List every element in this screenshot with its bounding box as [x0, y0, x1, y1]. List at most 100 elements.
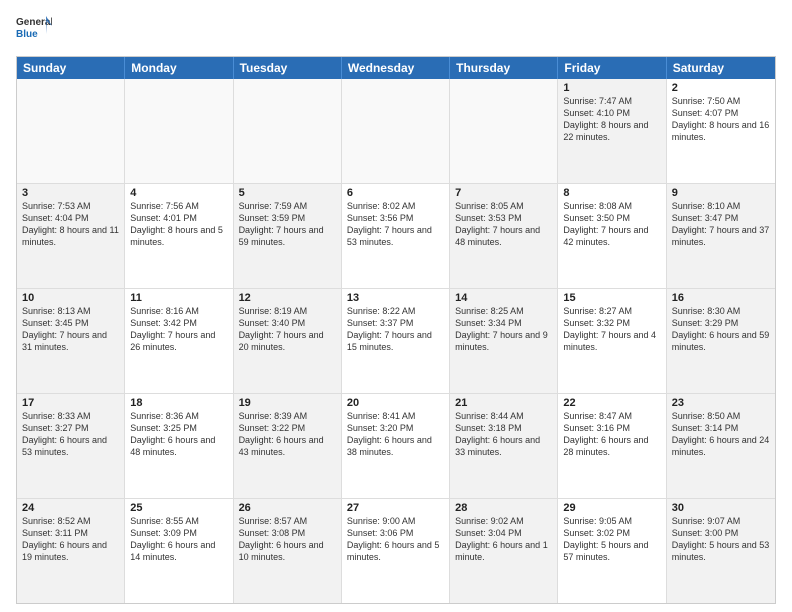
day-number: 5: [239, 187, 336, 199]
day-info: Sunrise: 7:56 AM Sunset: 4:01 PM Dayligh…: [130, 200, 227, 249]
day-cell-25: 25Sunrise: 8:55 AM Sunset: 3:09 PM Dayli…: [125, 499, 233, 603]
day-info: Sunrise: 9:00 AM Sunset: 3:06 PM Dayligh…: [347, 515, 444, 564]
day-number: 19: [239, 397, 336, 409]
day-number: 28: [455, 502, 552, 514]
calendar-row: 1Sunrise: 7:47 AM Sunset: 4:10 PM Daylig…: [17, 79, 775, 184]
day-number: 20: [347, 397, 444, 409]
day-info: Sunrise: 8:33 AM Sunset: 3:27 PM Dayligh…: [22, 410, 119, 459]
day-cell-19: 19Sunrise: 8:39 AM Sunset: 3:22 PM Dayli…: [234, 394, 342, 498]
weekday-header-monday: Monday: [125, 57, 233, 79]
day-info: Sunrise: 8:13 AM Sunset: 3:45 PM Dayligh…: [22, 305, 119, 354]
day-info: Sunrise: 9:05 AM Sunset: 3:02 PM Dayligh…: [563, 515, 660, 564]
day-number: 23: [672, 397, 770, 409]
day-info: Sunrise: 8:50 AM Sunset: 3:14 PM Dayligh…: [672, 410, 770, 459]
day-cell-30: 30Sunrise: 9:07 AM Sunset: 3:00 PM Dayli…: [667, 499, 775, 603]
day-info: Sunrise: 8:08 AM Sunset: 3:50 PM Dayligh…: [563, 200, 660, 249]
day-info: Sunrise: 8:39 AM Sunset: 3:22 PM Dayligh…: [239, 410, 336, 459]
day-number: 10: [22, 292, 119, 304]
empty-cell: [342, 79, 450, 183]
day-number: 2: [672, 82, 770, 94]
day-info: Sunrise: 8:19 AM Sunset: 3:40 PM Dayligh…: [239, 305, 336, 354]
day-number: 9: [672, 187, 770, 199]
day-cell-21: 21Sunrise: 8:44 AM Sunset: 3:18 PM Dayli…: [450, 394, 558, 498]
calendar-body: 1Sunrise: 7:47 AM Sunset: 4:10 PM Daylig…: [17, 79, 775, 603]
day-number: 7: [455, 187, 552, 199]
calendar-header: SundayMondayTuesdayWednesdayThursdayFrid…: [17, 57, 775, 79]
day-number: 17: [22, 397, 119, 409]
day-number: 18: [130, 397, 227, 409]
day-info: Sunrise: 8:36 AM Sunset: 3:25 PM Dayligh…: [130, 410, 227, 459]
day-cell-3: 3Sunrise: 7:53 AM Sunset: 4:04 PM Daylig…: [17, 184, 125, 288]
svg-text:Blue: Blue: [16, 29, 38, 40]
day-cell-2: 2Sunrise: 7:50 AM Sunset: 4:07 PM Daylig…: [667, 79, 775, 183]
day-cell-14: 14Sunrise: 8:25 AM Sunset: 3:34 PM Dayli…: [450, 289, 558, 393]
empty-cell: [450, 79, 558, 183]
weekday-header-tuesday: Tuesday: [234, 57, 342, 79]
weekday-header-thursday: Thursday: [450, 57, 558, 79]
calendar-row: 10Sunrise: 8:13 AM Sunset: 3:45 PM Dayli…: [17, 289, 775, 394]
day-number: 8: [563, 187, 660, 199]
day-cell-16: 16Sunrise: 8:30 AM Sunset: 3:29 PM Dayli…: [667, 289, 775, 393]
day-number: 1: [563, 82, 660, 94]
logo-icon: General Blue: [16, 12, 52, 48]
day-cell-22: 22Sunrise: 8:47 AM Sunset: 3:16 PM Dayli…: [558, 394, 666, 498]
day-cell-24: 24Sunrise: 8:52 AM Sunset: 3:11 PM Dayli…: [17, 499, 125, 603]
day-number: 24: [22, 502, 119, 514]
empty-cell: [234, 79, 342, 183]
day-cell-9: 9Sunrise: 8:10 AM Sunset: 3:47 PM Daylig…: [667, 184, 775, 288]
weekday-header-saturday: Saturday: [667, 57, 775, 79]
day-info: Sunrise: 7:53 AM Sunset: 4:04 PM Dayligh…: [22, 200, 119, 249]
day-cell-18: 18Sunrise: 8:36 AM Sunset: 3:25 PM Dayli…: [125, 394, 233, 498]
day-number: 27: [347, 502, 444, 514]
day-cell-1: 1Sunrise: 7:47 AM Sunset: 4:10 PM Daylig…: [558, 79, 666, 183]
day-info: Sunrise: 9:07 AM Sunset: 3:00 PM Dayligh…: [672, 515, 770, 564]
day-number: 13: [347, 292, 444, 304]
day-number: 6: [347, 187, 444, 199]
day-number: 11: [130, 292, 227, 304]
day-cell-12: 12Sunrise: 8:19 AM Sunset: 3:40 PM Dayli…: [234, 289, 342, 393]
day-info: Sunrise: 8:30 AM Sunset: 3:29 PM Dayligh…: [672, 305, 770, 354]
day-cell-5: 5Sunrise: 7:59 AM Sunset: 3:59 PM Daylig…: [234, 184, 342, 288]
day-number: 26: [239, 502, 336, 514]
day-info: Sunrise: 8:16 AM Sunset: 3:42 PM Dayligh…: [130, 305, 227, 354]
day-info: Sunrise: 8:27 AM Sunset: 3:32 PM Dayligh…: [563, 305, 660, 354]
calendar-row: 17Sunrise: 8:33 AM Sunset: 3:27 PM Dayli…: [17, 394, 775, 499]
day-cell-7: 7Sunrise: 8:05 AM Sunset: 3:53 PM Daylig…: [450, 184, 558, 288]
day-info: Sunrise: 8:25 AM Sunset: 3:34 PM Dayligh…: [455, 305, 552, 354]
day-info: Sunrise: 8:44 AM Sunset: 3:18 PM Dayligh…: [455, 410, 552, 459]
day-cell-20: 20Sunrise: 8:41 AM Sunset: 3:20 PM Dayli…: [342, 394, 450, 498]
day-number: 16: [672, 292, 770, 304]
day-info: Sunrise: 8:22 AM Sunset: 3:37 PM Dayligh…: [347, 305, 444, 354]
calendar: SundayMondayTuesdayWednesdayThursdayFrid…: [16, 56, 776, 604]
day-cell-4: 4Sunrise: 7:56 AM Sunset: 4:01 PM Daylig…: [125, 184, 233, 288]
day-number: 30: [672, 502, 770, 514]
day-number: 15: [563, 292, 660, 304]
day-number: 12: [239, 292, 336, 304]
calendar-row: 3Sunrise: 7:53 AM Sunset: 4:04 PM Daylig…: [17, 184, 775, 289]
day-cell-10: 10Sunrise: 8:13 AM Sunset: 3:45 PM Dayli…: [17, 289, 125, 393]
day-number: 4: [130, 187, 227, 199]
weekday-header-friday: Friday: [558, 57, 666, 79]
day-number: 14: [455, 292, 552, 304]
day-number: 29: [563, 502, 660, 514]
day-cell-15: 15Sunrise: 8:27 AM Sunset: 3:32 PM Dayli…: [558, 289, 666, 393]
day-info: Sunrise: 9:02 AM Sunset: 3:04 PM Dayligh…: [455, 515, 552, 564]
day-cell-8: 8Sunrise: 8:08 AM Sunset: 3:50 PM Daylig…: [558, 184, 666, 288]
day-info: Sunrise: 8:52 AM Sunset: 3:11 PM Dayligh…: [22, 515, 119, 564]
day-cell-23: 23Sunrise: 8:50 AM Sunset: 3:14 PM Dayli…: [667, 394, 775, 498]
calendar-row: 24Sunrise: 8:52 AM Sunset: 3:11 PM Dayli…: [17, 499, 775, 603]
day-number: 22: [563, 397, 660, 409]
day-cell-11: 11Sunrise: 8:16 AM Sunset: 3:42 PM Dayli…: [125, 289, 233, 393]
page-header: General Blue: [16, 12, 776, 48]
day-info: Sunrise: 8:02 AM Sunset: 3:56 PM Dayligh…: [347, 200, 444, 249]
day-cell-17: 17Sunrise: 8:33 AM Sunset: 3:27 PM Dayli…: [17, 394, 125, 498]
day-cell-27: 27Sunrise: 9:00 AM Sunset: 3:06 PM Dayli…: [342, 499, 450, 603]
day-info: Sunrise: 8:10 AM Sunset: 3:47 PM Dayligh…: [672, 200, 770, 249]
day-info: Sunrise: 7:47 AM Sunset: 4:10 PM Dayligh…: [563, 95, 660, 144]
weekday-header-wednesday: Wednesday: [342, 57, 450, 79]
day-cell-6: 6Sunrise: 8:02 AM Sunset: 3:56 PM Daylig…: [342, 184, 450, 288]
day-info: Sunrise: 7:50 AM Sunset: 4:07 PM Dayligh…: [672, 95, 770, 144]
day-info: Sunrise: 7:59 AM Sunset: 3:59 PM Dayligh…: [239, 200, 336, 249]
day-cell-26: 26Sunrise: 8:57 AM Sunset: 3:08 PM Dayli…: [234, 499, 342, 603]
day-cell-29: 29Sunrise: 9:05 AM Sunset: 3:02 PM Dayli…: [558, 499, 666, 603]
